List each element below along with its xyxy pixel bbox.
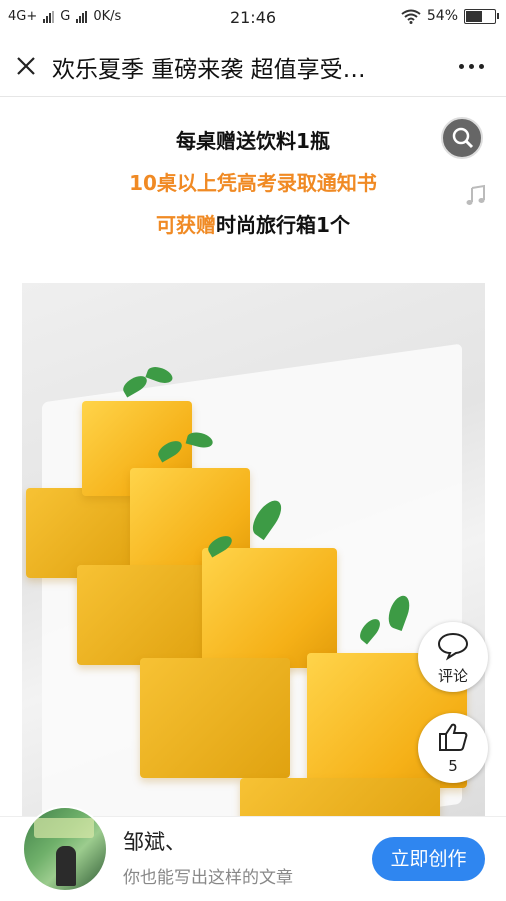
page-title: 欢乐夏季 重磅来袭 超值享受…: [52, 57, 366, 83]
avatar[interactable]: [22, 806, 108, 892]
create-now-button[interactable]: 立即创作: [372, 837, 485, 881]
battery-fill: [466, 10, 483, 22]
battery-percent: 54%: [426, 8, 458, 24]
dessert-cube: [202, 548, 337, 668]
search-icon: [452, 127, 474, 149]
wifi-icon: [401, 9, 421, 24]
music-icon[interactable]: [464, 184, 488, 208]
like-button[interactable]: 5: [418, 713, 488, 783]
author-tagline: 你也能写出这样的文章: [123, 868, 293, 888]
article-line-3-rest: 时尚旅行箱1个: [216, 213, 350, 237]
article-line-3: 可获赠时尚旅行箱1个: [0, 204, 506, 246]
article-line-3-highlight: 可获赠: [156, 213, 217, 237]
close-icon[interactable]: [12, 52, 40, 80]
nav-bar: 欢乐夏季 重磅来袭 超值享受…: [0, 34, 506, 97]
dessert-cube: [140, 658, 290, 778]
comment-button[interactable]: 评论: [418, 622, 488, 692]
article-text: 每桌赠送饮料1瓶 10桌以上凭高考录取通知书 可获赠时尚旅行箱1个: [0, 120, 506, 246]
comment-icon: [437, 632, 469, 661]
author-name[interactable]: 邹斌、: [123, 826, 186, 856]
status-bar: 4G+ G 0K/s 21:46 54%: [0, 0, 506, 34]
like-count: 5: [448, 757, 458, 775]
dessert-cube: [77, 565, 207, 665]
dessert-photo: [22, 283, 485, 818]
mint-leaf: [145, 363, 175, 387]
dessert-cube: [240, 778, 440, 818]
more-options-icon[interactable]: [459, 64, 484, 69]
article-line-2: 10桌以上凭高考录取通知书: [129, 171, 377, 195]
status-right: 54%: [401, 8, 499, 24]
thumbs-up-icon: [439, 723, 468, 751]
search-button[interactable]: [441, 117, 483, 159]
comment-label: 评论: [437, 667, 468, 685]
article-line-1: 每桌赠送饮料1瓶: [176, 129, 330, 153]
battery-icon: [464, 8, 499, 24]
